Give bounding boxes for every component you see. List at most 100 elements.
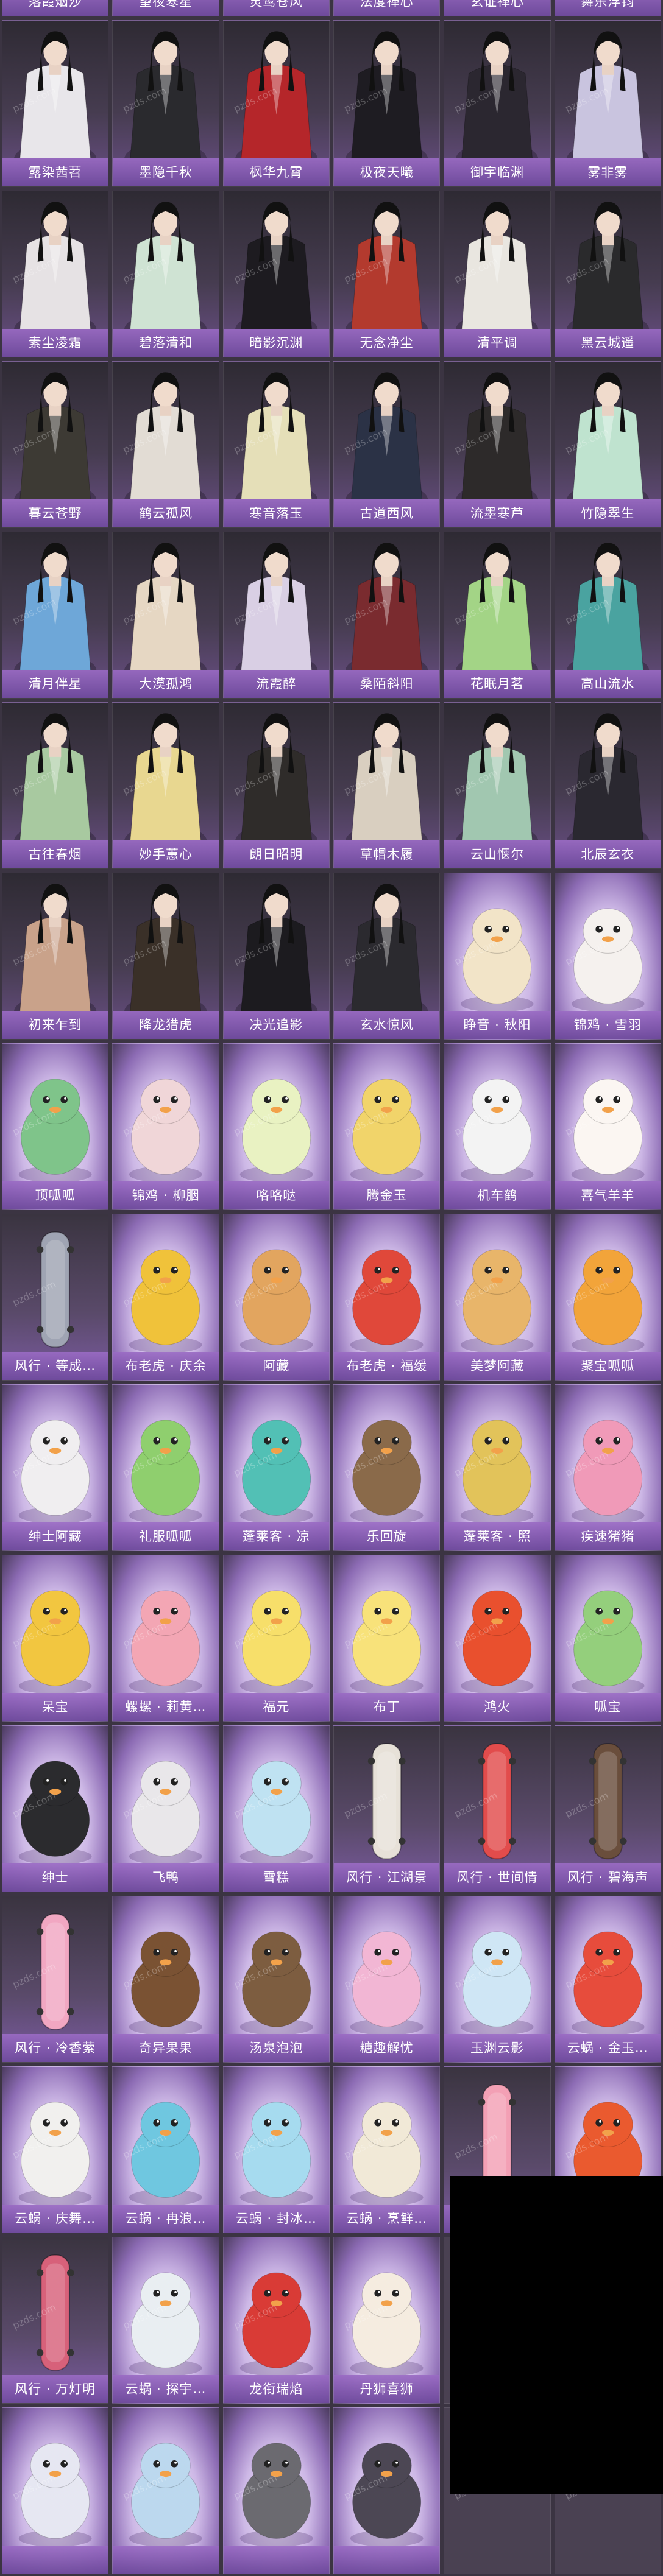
skin-card[interactable]: pzds.com 喜气羊羊: [554, 1043, 661, 1210]
skin-card[interactable]: pzds.com 碧落清和: [112, 191, 219, 357]
skin-card[interactable]: pzds.com 礼服呱呱: [112, 1384, 219, 1551]
skin-card[interactable]: pzds.com 竹隐翠生: [554, 361, 661, 528]
skin-card[interactable]: pzds.com 云蜗 · 封冰…: [222, 2066, 330, 2233]
skin-card[interactable]: pzds.com 云山惬尔: [444, 702, 551, 869]
skin-card[interactable]: pzds.com 清平调: [444, 191, 551, 357]
skin-card[interactable]: pzds.com舞乐浮钧: [554, 0, 661, 16]
skin-card[interactable]: pzds.com 决光追影: [222, 873, 330, 1040]
skin-name-label: 布丁: [333, 1693, 440, 1721]
skin-card[interactable]: pzds.com 风行 · 万灯明: [2, 2237, 109, 2404]
skin-card[interactable]: pzds.com 风行 · 碧海声: [554, 1725, 661, 1892]
skin-name-label: 清月伴星: [2, 670, 108, 698]
skin-card[interactable]: pzds.com 玉渊云影: [444, 1896, 551, 2063]
skin-card[interactable]: pzds.com 大漠孤鸿: [112, 532, 219, 699]
skin-card[interactable]: pzds.com 云蜗 · 探宇…: [112, 2237, 219, 2404]
skin-card[interactable]: pzds.com 绅士: [2, 1725, 109, 1892]
skin-card[interactable]: pzds.com 寒音落玉: [222, 361, 330, 528]
skin-card[interactable]: pzds.com 古道西风: [333, 361, 441, 528]
skin-card[interactable]: pzds.com: [222, 2407, 330, 2574]
skin-card[interactable]: pzds.com 睁音 · 秋阳: [444, 873, 551, 1040]
skin-card[interactable]: pzds.com 布丁: [333, 1555, 441, 1722]
skin-card[interactable]: pzds.com 云蜗 · 庆舞…: [2, 2066, 109, 2233]
skin-card[interactable]: pzds.com 锦鸡 · 雪羽: [554, 873, 661, 1040]
skin-card[interactable]: pzds.com 墨隐千秋: [112, 20, 219, 187]
skin-card[interactable]: pzds.com 清月伴星: [2, 532, 109, 699]
skin-card[interactable]: pzds.com 布老虎 · 福缓: [333, 1214, 441, 1381]
skin-card[interactable]: pzds.com 鹤云孤风: [112, 361, 219, 528]
skin-card[interactable]: pzds.com 汤泉泡泡: [222, 1896, 330, 2063]
skin-card[interactable]: pzds.com 极夜天曦: [333, 20, 441, 187]
skin-card[interactable]: pzds.com 锦鸡 · 柳胭: [112, 1043, 219, 1210]
skin-card[interactable]: pzds.com 腾金玉: [333, 1043, 441, 1210]
skin-card[interactable]: pzds.com 飞鸭: [112, 1725, 219, 1892]
skin-name-label: 法度禅心: [333, 0, 440, 16]
skin-card[interactable]: pzds.com 呱宝: [554, 1555, 661, 1722]
skin-card[interactable]: pzds.com玄证禅心: [444, 0, 551, 16]
skin-name-label: 蓬莱客 · 照: [444, 1522, 550, 1550]
skin-card[interactable]: pzds.com 绅士阿藏: [2, 1384, 109, 1551]
skin-card[interactable]: pzds.com 枫华九霄: [222, 20, 330, 187]
skin-card[interactable]: pzds.com 妙手蕙心: [112, 702, 219, 869]
skin-card[interactable]: pzds.com 北辰玄衣: [554, 702, 661, 869]
skin-name-label: 锦鸡 · 雪羽: [555, 1011, 661, 1039]
skin-card[interactable]: pzds.com 无念净尘: [333, 191, 441, 357]
skin-card[interactable]: pzds.com 咯咯哒: [222, 1043, 330, 1210]
skin-card[interactable]: pzds.com: [333, 2407, 441, 2574]
skin-name-label: 碧落清和: [113, 329, 219, 357]
skin-card[interactable]: pzds.com 降龙猎虎: [112, 873, 219, 1040]
skin-card[interactable]: pzds.com 蓬莱客 · 凉: [222, 1384, 330, 1551]
skin-card[interactable]: pzds.com 疾速猪猪: [554, 1384, 661, 1551]
skin-card[interactable]: pzds.com 美梦阿藏: [444, 1214, 551, 1381]
skin-card[interactable]: pzds.com 高山流水: [554, 532, 661, 699]
skin-card[interactable]: pzds.com 福元: [222, 1555, 330, 1722]
skin-card[interactable]: pzds.com 玄水惊风: [333, 873, 441, 1040]
skin-card[interactable]: pzds.com望夜寒星: [112, 0, 219, 16]
skin-card[interactable]: pzds.com 鸿火: [444, 1555, 551, 1722]
skin-card[interactable]: pzds.com 风行 · 等成…: [2, 1214, 109, 1381]
skin-card[interactable]: pzds.com 阿藏: [222, 1214, 330, 1381]
skin-card[interactable]: pzds.com 丹狮喜狮: [333, 2237, 441, 2404]
skin-card[interactable]: pzds.com 风行 · 江湖景: [333, 1725, 441, 1892]
skin-card[interactable]: pzds.com 顶呱呱: [2, 1043, 109, 1210]
skin-card[interactable]: pzds.com 露染茜苕: [2, 20, 109, 187]
skin-card[interactable]: pzds.com 云蜗 · 烹鲜…: [333, 2066, 441, 2233]
skin-card[interactable]: pzds.com 黑云城遥: [554, 191, 661, 357]
skin-card[interactable]: pzds.com 机车鹤: [444, 1043, 551, 1210]
skin-card[interactable]: pzds.com 云蜗 · 金玉…: [554, 1896, 661, 2063]
skin-card[interactable]: pzds.com 蓬莱客 · 照: [444, 1384, 551, 1551]
skin-card[interactable]: pzds.com 古往春烟: [2, 702, 109, 869]
skin-card[interactable]: pzds.com 雪糕: [222, 1725, 330, 1892]
skin-card[interactable]: pzds.com 风行 · 冷香萦: [2, 1896, 109, 2063]
skin-card[interactable]: pzds.com 呆宝: [2, 1555, 109, 1722]
skin-card[interactable]: pzds.com 暮云苍野: [2, 361, 109, 528]
skin-card[interactable]: pzds.com 桑陌斜阳: [333, 532, 441, 699]
skin-card[interactable]: pzds.com 流霞醉: [222, 532, 330, 699]
skin-card[interactable]: pzds.com 暗影沉渊: [222, 191, 330, 357]
skin-card[interactable]: pzds.com: [112, 2407, 219, 2574]
skin-card[interactable]: pzds.com 风行 · 世间情: [444, 1725, 551, 1892]
skin-card[interactable]: pzds.com落霞烟沙: [2, 0, 109, 16]
skin-card[interactable]: pzds.com: [2, 2407, 109, 2574]
skin-name-label: 乐回旋: [333, 1522, 440, 1550]
skin-card[interactable]: pzds.com 云蜗 · 冉浪…: [112, 2066, 219, 2233]
skin-card[interactable]: pzds.com 朗日昭明: [222, 702, 330, 869]
skin-card[interactable]: pzds.com 布老虎 · 庆余: [112, 1214, 219, 1381]
skin-card[interactable]: pzds.com法度禅心: [333, 0, 441, 16]
skin-card[interactable]: pzds.com 流墨寒芦: [444, 361, 551, 528]
skin-card[interactable]: pzds.com 乐回旋: [333, 1384, 441, 1551]
skin-card[interactable]: pzds.com 螺螺 · 莉黄…: [112, 1555, 219, 1722]
skin-card[interactable]: pzds.com 糖趣解忧: [333, 1896, 441, 2063]
skin-name-label: 降龙猎虎: [113, 1011, 219, 1039]
skin-card[interactable]: pzds.com 素尘凌霜: [2, 191, 109, 357]
skin-name-label: 绅士阿藏: [2, 1522, 108, 1550]
skin-card[interactable]: pzds.com 草帽木履: [333, 702, 441, 869]
skin-card[interactable]: pzds.com 聚宝呱呱: [554, 1214, 661, 1381]
skin-card[interactable]: pzds.com灵鹫苍风: [222, 0, 330, 16]
skin-card[interactable]: pzds.com 花眠月茗: [444, 532, 551, 699]
skin-card[interactable]: pzds.com 奇异果果: [112, 1896, 219, 2063]
skin-card[interactable]: pzds.com 初来乍到: [2, 873, 109, 1040]
skin-card[interactable]: pzds.com 御宇临渊: [444, 20, 551, 187]
skin-name-label: 咯咯哒: [223, 1181, 329, 1209]
skin-card[interactable]: pzds.com 雾非雾: [554, 20, 661, 187]
skin-card[interactable]: pzds.com 龙衔瑞焰: [222, 2237, 330, 2404]
